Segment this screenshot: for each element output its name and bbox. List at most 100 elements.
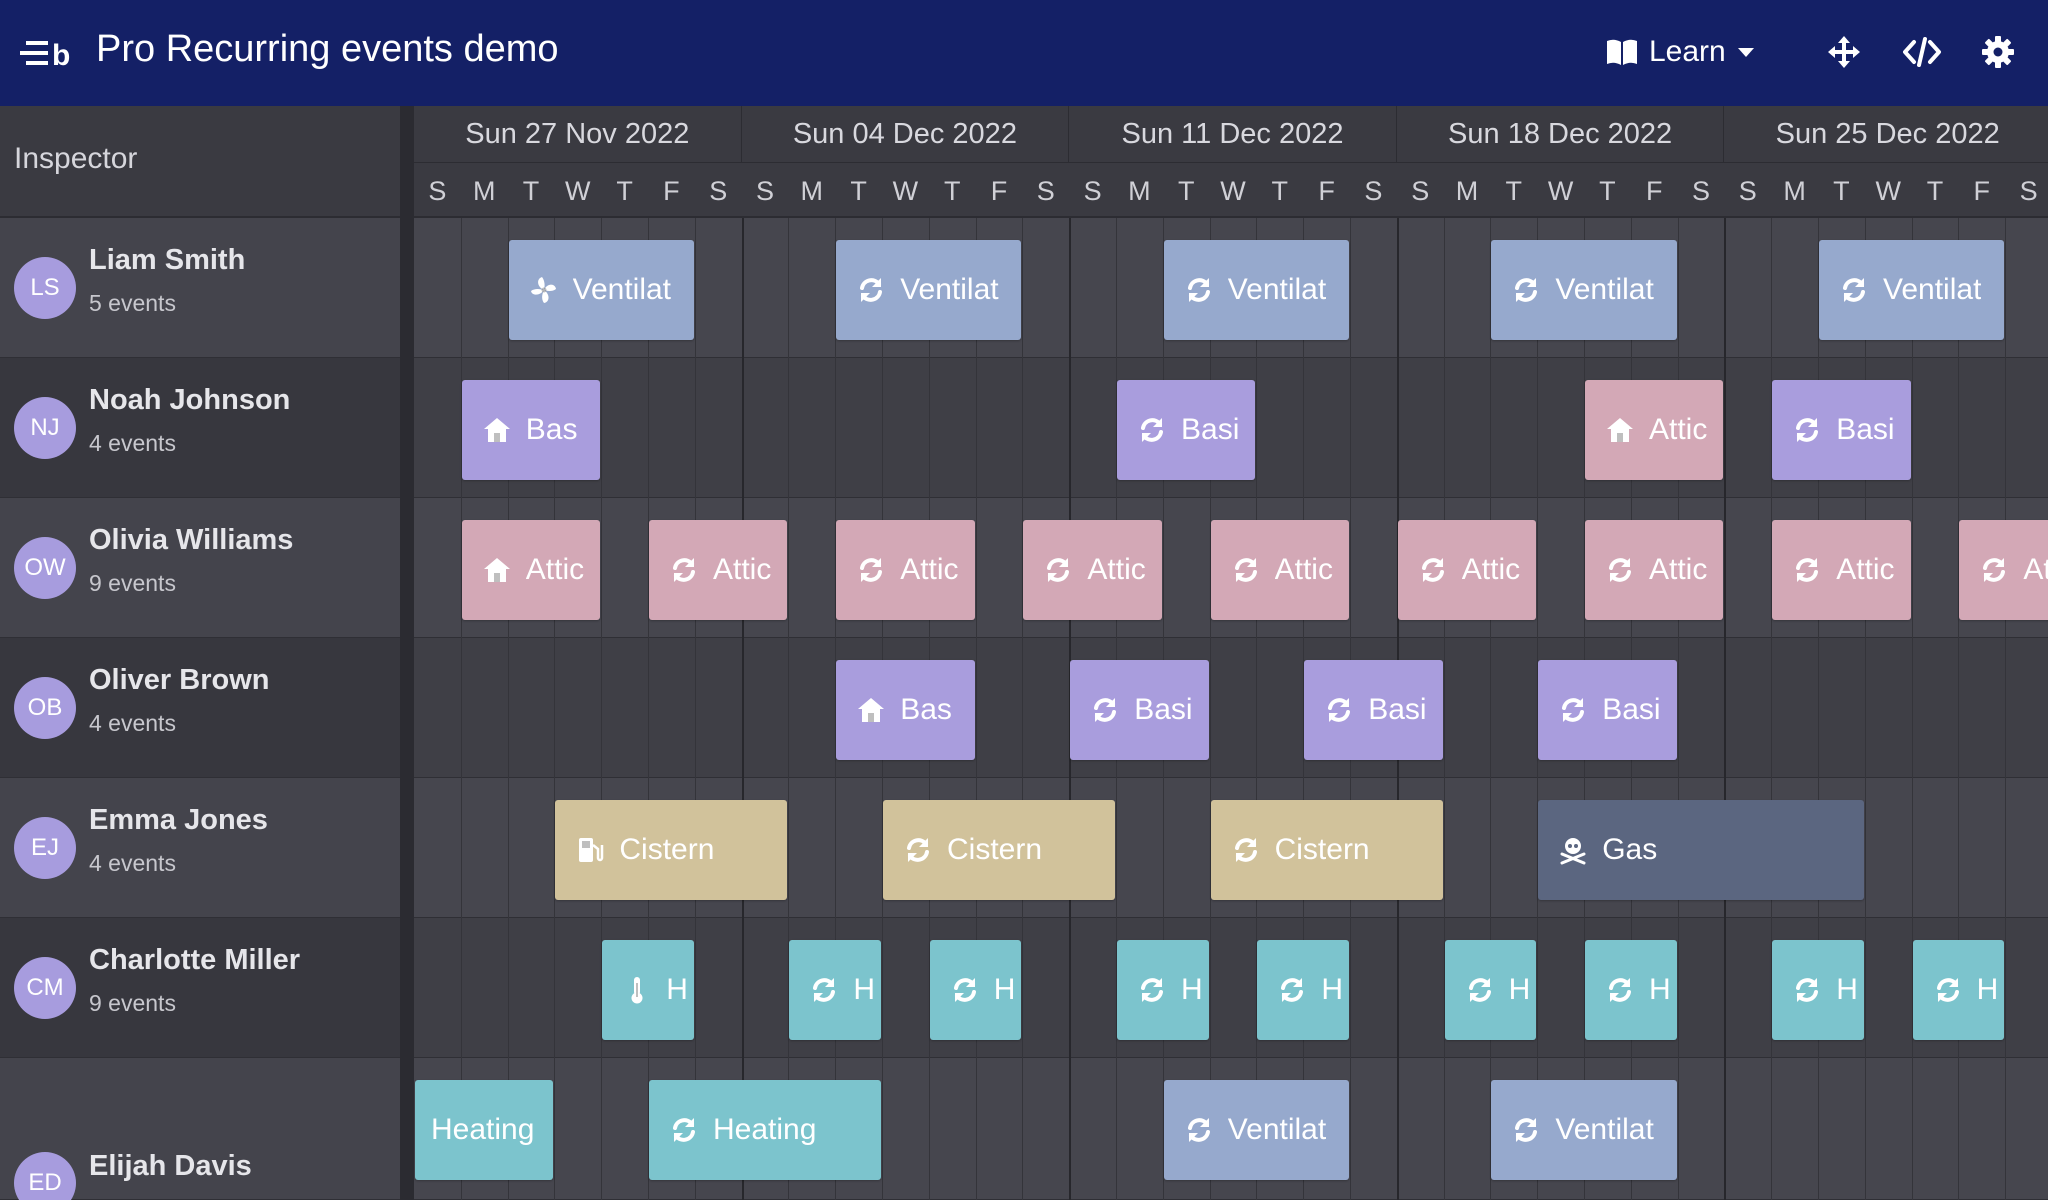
day-header: W [1537, 162, 1584, 216]
day-header: M [788, 162, 836, 216]
day-header: W [882, 162, 929, 216]
day-header: M [460, 162, 508, 216]
schedule-row[interactable] [414, 638, 2048, 778]
day-gridline [694, 218, 696, 1200]
day-header: S [694, 162, 742, 216]
book-icon [1607, 39, 1637, 65]
event-label: H [1836, 973, 1858, 1006]
resource-name: Emma Jones [89, 804, 268, 836]
event-attic[interactable]: Attic [1585, 380, 1724, 480]
event-basement[interactable]: Bas [461, 380, 601, 480]
event-label: H [666, 973, 688, 1006]
recurring-icon [1562, 698, 1585, 722]
resource-row[interactable]: ED Elijah Davis [0, 1058, 400, 1200]
event-heating[interactable]: H [789, 940, 881, 1040]
event-cistern[interactable]: Cistern [555, 800, 788, 900]
event-label: Attic [1087, 553, 1146, 586]
avatar: CM [14, 957, 76, 1019]
event-cistern[interactable]: Cistern [1210, 800, 1443, 900]
event-ventilation[interactable]: Ventilat [1491, 240, 1677, 340]
event-label: Ventilat [1555, 1113, 1654, 1146]
recurring-icon [1936, 978, 1959, 1002]
resource-row[interactable]: NJ Noah Johnson 4 events [0, 358, 400, 498]
day-header: S [1350, 162, 1397, 216]
day-gridline [788, 218, 790, 1200]
event-ventilation[interactable]: Ventilat [1491, 1080, 1677, 1180]
recurring-icon [1983, 558, 2006, 582]
recurring-icon [1515, 1118, 1538, 1142]
event-cistern[interactable]: Cistern [883, 800, 1115, 900]
event-attic[interactable]: Attic [1397, 520, 1537, 620]
resource-name: Elijah Davis [89, 1150, 252, 1182]
move-icon[interactable] [1826, 34, 1862, 70]
event-basement[interactable]: Basi [1117, 380, 1256, 480]
event-attic[interactable]: Attic [1023, 520, 1162, 620]
gear-icon[interactable] [1980, 34, 2016, 70]
resource-row[interactable]: OB Oliver Brown 4 events [0, 638, 400, 778]
resource-row[interactable]: CM Charlotte Miller 9 events [0, 918, 400, 1058]
event-label: Basi [1836, 413, 1895, 446]
event-heating[interactable]: H [1444, 940, 1537, 1040]
event-label: H [853, 973, 876, 1006]
event-label: Attic [900, 553, 959, 586]
learn-button[interactable]: Learn [1605, 30, 1756, 74]
event-heating[interactable]: H [1585, 940, 1677, 1040]
recurring-icon [673, 1118, 695, 1142]
day-gridline [1022, 218, 1024, 1200]
caret-down-icon [1737, 48, 1754, 57]
resource-row[interactable]: EJ Emma Jones 4 events [0, 778, 400, 918]
event-label: Attic [525, 553, 585, 586]
event-attic[interactable]: Attic [649, 520, 788, 620]
event-basement[interactable]: Basi [1772, 380, 1911, 480]
event-count: 4 events [89, 850, 176, 876]
resource-row[interactable]: LS Liam Smith 5 events [0, 218, 400, 358]
recurring-icon [1421, 558, 1444, 582]
recurring-icon [1468, 978, 1491, 1002]
day-gridline [648, 218, 649, 1200]
event-ventilation[interactable]: Ventilat [508, 240, 694, 340]
event-heating[interactable]: H [602, 940, 694, 1040]
event-heating[interactable]: H [929, 940, 1022, 1040]
avatar: OW [14, 537, 76, 599]
event-attic[interactable]: Attic [1772, 520, 1911, 620]
schedule-area[interactable]: Ventilat Ventilat Ventilat Ventilat Ventilat… [414, 218, 2048, 1200]
event-heating[interactable]: Heating [649, 1080, 881, 1180]
day-header: T [601, 162, 648, 216]
event-label: Attic [1274, 553, 1333, 586]
recurring-icon [1796, 558, 1819, 582]
event-label: Attic [1649, 413, 1708, 446]
event-ventilation[interactable]: Ventilat [1163, 240, 1349, 340]
event-gas[interactable]: Gas [1538, 800, 1864, 900]
event-ventilation[interactable]: Ventilat [836, 240, 1022, 340]
resource-row[interactable]: OW Olivia Williams 9 events [0, 498, 400, 638]
week-gridline [741, 218, 744, 1200]
day-gridline [1771, 218, 1773, 1200]
code-icon[interactable] [1902, 34, 1942, 70]
event-label: Bas [900, 693, 952, 726]
event-ventilation[interactable]: Ventilat [1163, 1080, 1349, 1180]
event-heating[interactable]: H [1772, 940, 1864, 1040]
event-attic[interactable]: Attic [1959, 520, 2048, 620]
event-attic[interactable]: Attic [461, 520, 601, 620]
event-label: H [1321, 973, 1344, 1006]
event-attic[interactable]: Attic [836, 520, 975, 620]
app-title: Pro Recurring events demo [96, 28, 559, 70]
recurring-icon [1187, 1118, 1210, 1142]
event-ventilation[interactable]: Ventilat [1819, 240, 2005, 340]
event-label: Bas [525, 413, 578, 446]
event-count: 4 events [89, 710, 176, 736]
bryntum-logo: b [20, 39, 70, 72]
event-basement[interactable]: Basi [1538, 660, 1677, 760]
splitter[interactable] [400, 106, 414, 1200]
event-heating[interactable]: Heating [415, 1080, 554, 1180]
event-basement[interactable]: Basi [1304, 660, 1443, 760]
recurring-icon [1609, 558, 1631, 582]
event-attic[interactable]: Attic [1210, 520, 1349, 620]
day-header: T [1584, 162, 1631, 216]
event-basement[interactable]: Basi [1070, 660, 1209, 760]
event-basement[interactable]: Bas [836, 660, 975, 760]
event-heating[interactable]: H [1257, 940, 1349, 1040]
event-heating[interactable]: H [1912, 940, 2005, 1040]
event-attic[interactable]: Attic [1585, 520, 1724, 620]
event-heating[interactable]: H [1117, 940, 1209, 1040]
